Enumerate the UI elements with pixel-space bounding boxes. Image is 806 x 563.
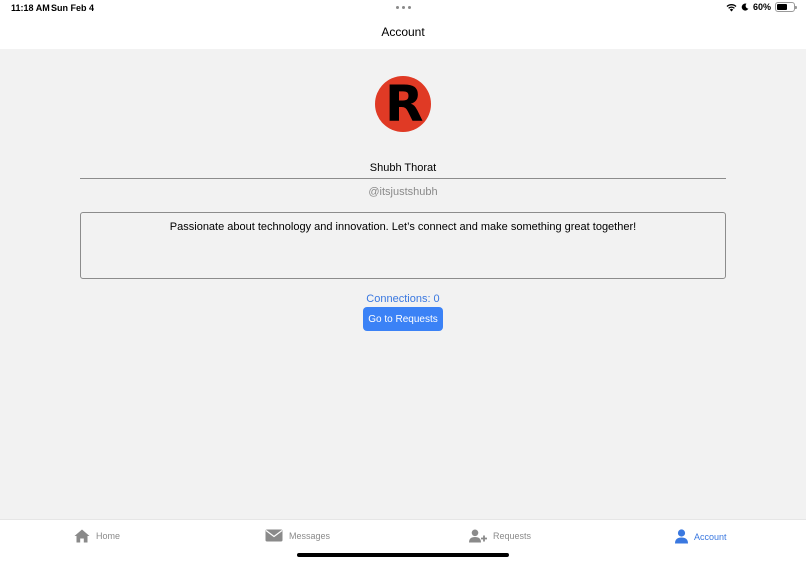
status-date: Sun Feb 4 <box>51 3 95 13</box>
tab-account-label: Account <box>694 531 727 542</box>
home-indicator[interactable] <box>297 553 509 557</box>
multitasking-dots-icon[interactable] <box>396 6 411 9</box>
top-bar: 11:18 AM Sun Feb 4 60% Account <box>0 0 806 49</box>
tab-messages-label: Messages <box>289 530 331 541</box>
status-right: 60% <box>726 2 797 12</box>
tab-requests[interactable]: Requests <box>469 529 531 543</box>
tab-requests-label: Requests <box>493 531 532 541</box>
name-field[interactable]: Shubh Thorat <box>80 160 726 179</box>
avatar-letter: R <box>385 76 424 132</box>
username-handle: @itsjustshubh <box>368 186 438 198</box>
battery-percent: 60% <box>752 2 771 12</box>
user-plus-icon <box>469 529 487 543</box>
battery-icon <box>775 2 797 12</box>
envelope-icon <box>265 529 283 542</box>
wifi-icon <box>726 3 737 11</box>
status-time: 11:18 AM <box>11 3 50 13</box>
tab-home[interactable]: Home <box>74 529 120 543</box>
bio-textarea[interactable]: Passionate about technology and innovati… <box>80 212 726 279</box>
home-icon <box>74 529 90 543</box>
go-to-requests-button[interactable]: Go to Requests <box>363 307 443 331</box>
tab-home-label: Home <box>96 531 121 541</box>
user-icon <box>675 529 688 544</box>
tab-messages[interactable]: Messages <box>265 529 330 542</box>
status-bar: 11:18 AM Sun Feb 4 60% <box>0 0 806 16</box>
connections-count[interactable]: Connections: 0 <box>0 293 806 305</box>
page-title: Account <box>381 25 425 39</box>
moon-icon <box>741 3 749 11</box>
tab-account[interactable]: Account <box>675 529 727 544</box>
avatar[interactable]: R <box>375 76 431 132</box>
